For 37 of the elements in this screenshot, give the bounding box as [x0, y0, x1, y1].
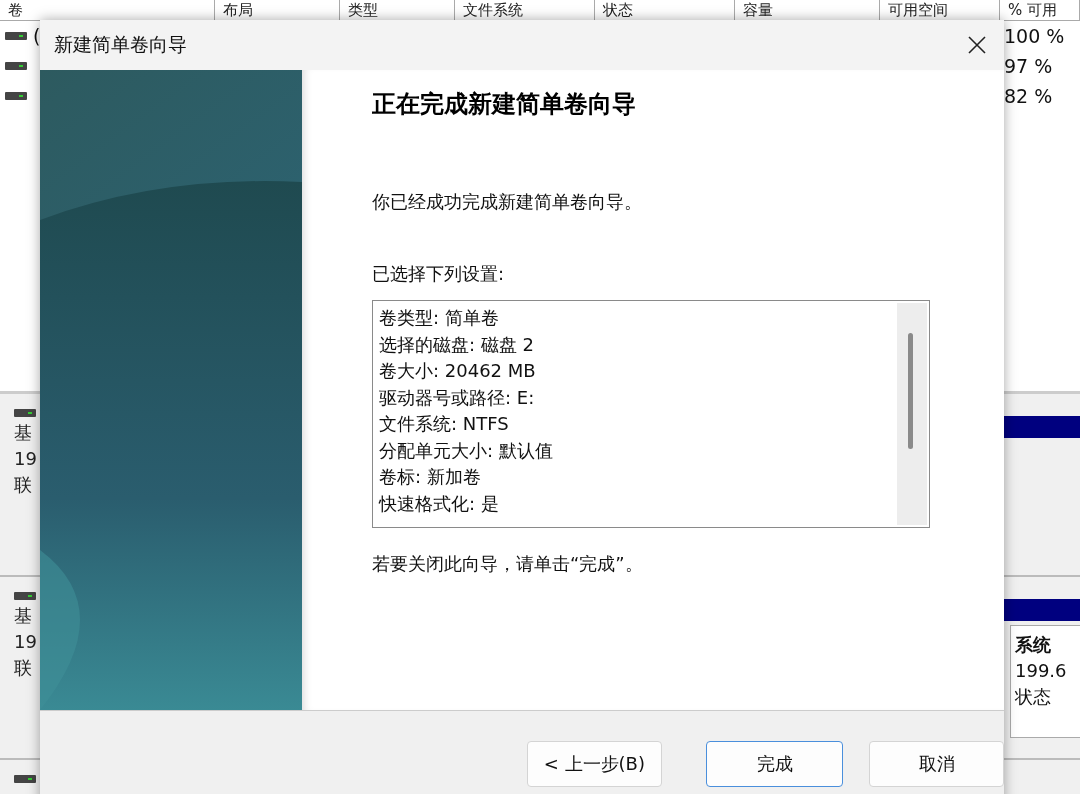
- close-hint: 若要关闭此向导，请单击“完成”。: [372, 552, 644, 576]
- close-icon: [968, 36, 986, 54]
- window-title: 新建简单卷向导: [54, 32, 187, 57]
- drive-icon: [5, 91, 27, 101]
- drive-icon: [5, 61, 27, 71]
- disk-info: 基: [14, 605, 33, 627]
- disk-info: 19: [14, 631, 38, 653]
- setting-line: 驱动器号或路径: E:: [379, 385, 536, 410]
- setting-line: 卷类型: 简单卷: [379, 306, 500, 330]
- setting-line: 卷大小: 20462 MB: [379, 359, 537, 383]
- back-button[interactable]: < 上一步(B): [527, 741, 662, 787]
- wizard-heading: 正在完成新建简单卷向导: [372, 89, 637, 120]
- drive-icon: [5, 31, 27, 41]
- disk-info: 基: [14, 422, 33, 444]
- setting-line: 文件系统: NTFS: [379, 412, 510, 436]
- partition-status: 状态: [1015, 685, 1052, 709]
- setting-line: 卷标: 新加卷: [379, 465, 482, 489]
- volume-name: (: [33, 25, 41, 47]
- partition-name: 系统: [1015, 633, 1052, 657]
- drive-icon: [14, 591, 36, 601]
- free-percent: 100 %: [1004, 25, 1066, 47]
- setting-line: 选择的磁盘: 磁盘 2: [379, 332, 535, 357]
- setting-line: 分配单元大小: 默认值: [379, 438, 554, 463]
- setting-line: 快速格式化: 是: [379, 491, 500, 516]
- free-percent: 82 %: [1004, 85, 1054, 107]
- disk-info: 19: [14, 448, 38, 470]
- settings-label: 已选择下列设置:: [372, 262, 506, 286]
- partition-size: 199.6: [1015, 659, 1068, 683]
- disk-info: 联: [14, 657, 33, 679]
- drive-icon: [14, 774, 36, 784]
- drive-icon: [14, 408, 36, 418]
- intro-text: 你已经成功完成新建简单卷向导。: [372, 190, 643, 214]
- free-percent: 97 %: [1004, 55, 1054, 77]
- finish-button[interactable]: 完成: [705, 741, 844, 787]
- cancel-button[interactable]: 取消: [869, 741, 1004, 787]
- disk-info: 联: [14, 474, 33, 496]
- scrollbar[interactable]: [897, 303, 927, 525]
